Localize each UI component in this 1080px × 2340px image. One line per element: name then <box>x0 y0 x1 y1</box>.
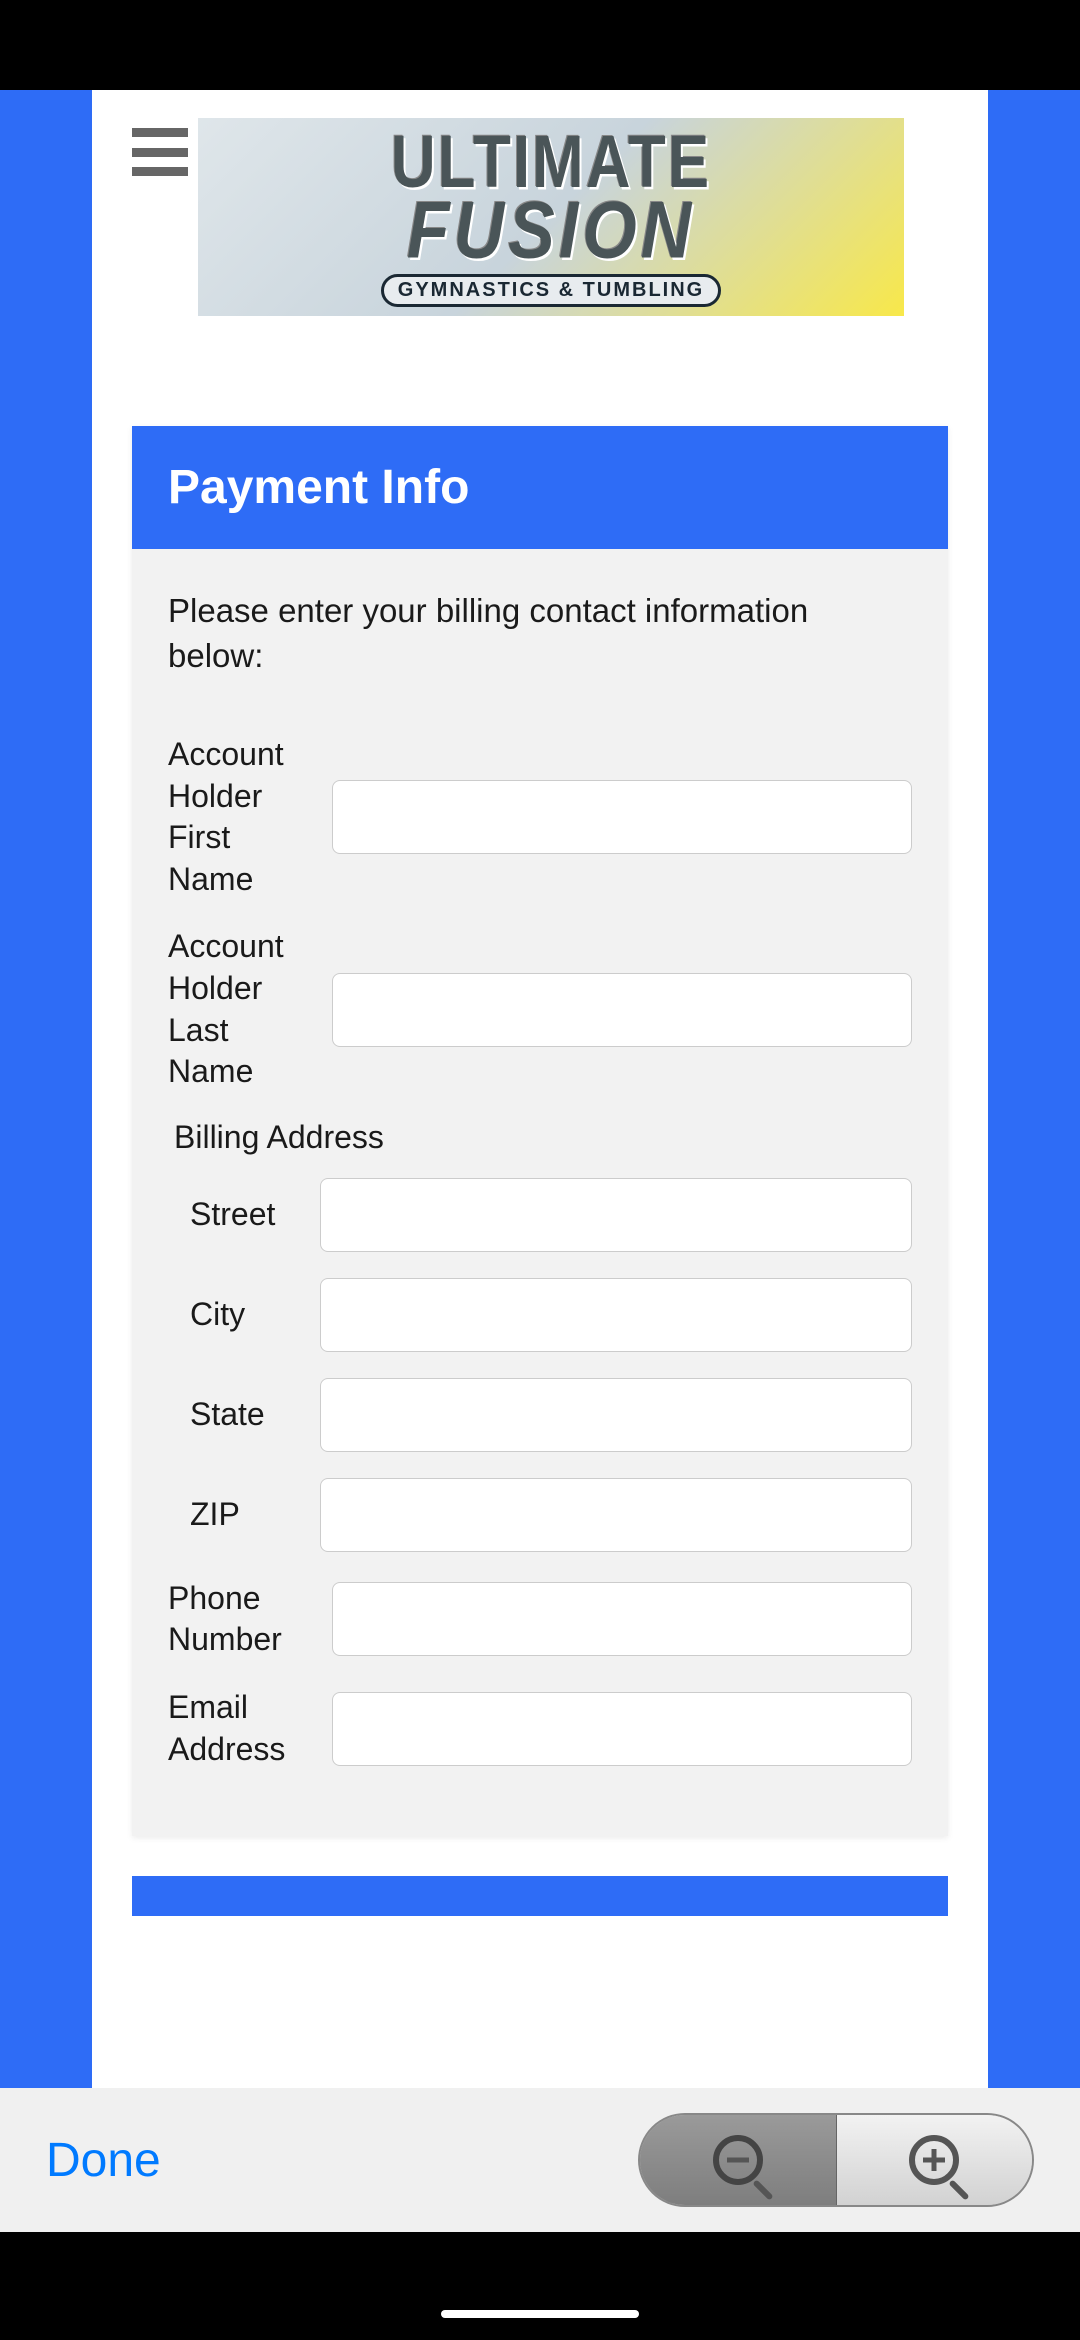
first-name-row: Account Holder First Name <box>168 734 912 900</box>
city-label: City <box>190 1294 306 1336</box>
state-row: State <box>190 1378 912 1452</box>
zip-input[interactable] <box>320 1478 912 1552</box>
zoom-out-icon <box>713 2135 763 2185</box>
logo-text-line2: FUSION <box>407 184 695 276</box>
menu-icon[interactable] <box>132 128 188 176</box>
page-header: ULTIMATE FUSION GYMNASTICS & TUMBLING <box>92 90 988 316</box>
phone-row: Phone Number <box>168 1578 912 1661</box>
logo-tagline: GYMNASTICS & TUMBLING <box>381 274 721 307</box>
brand-logo: ULTIMATE FUSION GYMNASTICS & TUMBLING <box>198 118 904 316</box>
phone-label: Phone Number <box>168 1578 318 1661</box>
state-label: State <box>190 1394 306 1436</box>
email-input[interactable] <box>332 1692 912 1766</box>
next-card-peek <box>132 1876 948 1916</box>
street-label: Street <box>190 1194 306 1236</box>
home-indicator[interactable] <box>441 2310 639 2318</box>
page-content: ULTIMATE FUSION GYMNASTICS & TUMBLING Pa… <box>92 90 988 2182</box>
last-name-input[interactable] <box>332 973 912 1047</box>
city-row: City <box>190 1278 912 1352</box>
zip-row: ZIP <box>190 1478 912 1552</box>
email-row: Email Address <box>168 1687 912 1770</box>
instruction-text: Please enter your billing contact inform… <box>168 589 912 678</box>
phone-input[interactable] <box>332 1582 912 1656</box>
state-input[interactable] <box>320 1378 912 1452</box>
app-viewport: ULTIMATE FUSION GYMNASTICS & TUMBLING Pa… <box>0 90 1080 2182</box>
last-name-label: Account Holder Last Name <box>168 926 318 1092</box>
billing-address-label: Billing Address <box>174 1119 912 1156</box>
first-name-label: Account Holder First Name <box>168 734 318 900</box>
payment-info-card: Payment Info Please enter your billing c… <box>132 426 948 1836</box>
street-input[interactable] <box>320 1178 912 1252</box>
zoom-in-button[interactable] <box>837 2115 1033 2205</box>
first-name-input[interactable] <box>332 780 912 854</box>
zoom-control <box>638 2113 1034 2207</box>
done-button[interactable]: Done <box>46 2133 161 2188</box>
system-nav-bar <box>0 2232 1080 2340</box>
card-title: Payment Info <box>132 426 948 549</box>
zoom-out-button[interactable] <box>640 2115 837 2205</box>
last-name-row: Account Holder Last Name <box>168 926 912 1092</box>
zip-label: ZIP <box>190 1494 306 1536</box>
card-body: Please enter your billing contact inform… <box>132 549 948 1836</box>
street-row: Street <box>190 1178 912 1252</box>
status-bar <box>0 0 1080 90</box>
zoom-in-icon <box>909 2135 959 2185</box>
email-label: Email Address <box>168 1687 318 1770</box>
keyboard-accessory-bar: Done <box>0 2088 1080 2232</box>
city-input[interactable] <box>320 1278 912 1352</box>
